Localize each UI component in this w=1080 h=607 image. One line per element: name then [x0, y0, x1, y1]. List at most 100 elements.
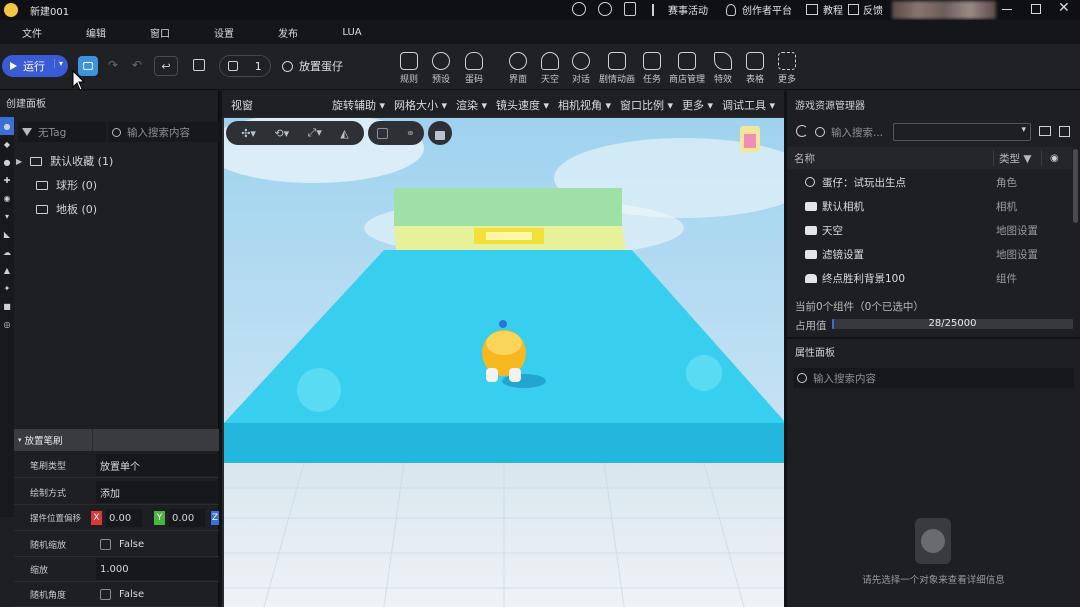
tool-more[interactable]: 更多 — [771, 52, 803, 85]
menu-settings[interactable]: 设置 — [192, 25, 256, 40]
resource-row[interactable]: 默认相机 相机 — [787, 194, 1080, 218]
tool-effect[interactable]: 特效 — [707, 52, 739, 85]
tab-characters[interactable]: ● — [0, 153, 14, 171]
left-divider[interactable] — [219, 91, 222, 607]
menu-lua[interactable]: LUA — [320, 27, 384, 38]
offset-x-input[interactable]: 0.00 — [106, 509, 142, 527]
menu-window-ratio[interactable]: 窗口比例 ▾ — [620, 97, 673, 113]
group-icon[interactable] — [376, 127, 388, 139]
brush-section-header[interactable]: ▾ 放置笔刷 — [14, 429, 219, 451]
tab-markers[interactable]: ◎ — [0, 315, 14, 333]
select-toggle[interactable] — [190, 56, 208, 74]
tab-shapes[interactable]: ◆ — [0, 135, 14, 153]
scene-canvas[interactable]: ✣▾ ⟲▾ ⤢▾ ◭ ⚭ — [224, 118, 784, 607]
move-icon[interactable]: ✣▾ — [241, 127, 256, 140]
refresh-icon[interactable] — [796, 125, 808, 137]
lock-button[interactable] — [428, 121, 452, 145]
tab-sky[interactable]: ☁ — [0, 243, 14, 261]
tool-shop[interactable]: 商店管理 — [669, 52, 705, 85]
tool-table[interactable]: 表格 — [739, 52, 771, 85]
tree-item-favorites-label: 默认收藏 (1) — [50, 155, 114, 168]
random-scale-field[interactable]: False — [96, 533, 219, 555]
history-button[interactable]: ↩ — [154, 56, 178, 76]
creator-platform-link[interactable]: 创作者平台 — [726, 2, 792, 17]
tools-icon[interactable] — [572, 2, 586, 16]
random-angle-checkbox[interactable] — [100, 588, 111, 600]
menu-window[interactable]: 窗口 — [128, 25, 192, 40]
scale-icon[interactable]: ⤢▾ — [308, 126, 322, 140]
menu-grid-size[interactable]: 网格大小 ▾ — [394, 97, 447, 113]
resource-search-input[interactable]: 输入搜索... — [815, 122, 891, 142]
menu-edit[interactable]: 编辑 — [64, 25, 128, 40]
col-name-header[interactable]: 名称 — [794, 151, 815, 166]
eye-icon[interactable]: ◉ — [1050, 153, 1059, 164]
menu-render[interactable]: 渲染 ▾ — [456, 97, 487, 113]
offset-y-input[interactable]: 0.00 — [169, 509, 205, 527]
resource-row[interactable]: 滤镜设置 地图设置 — [787, 242, 1080, 266]
menu-more[interactable]: 更多 ▾ — [682, 97, 713, 113]
tab-props[interactable]: ▾ — [0, 207, 14, 225]
brush-type-value[interactable]: 放置单个 — [96, 454, 219, 476]
expand-arrow-icon[interactable]: ▶ — [16, 157, 22, 166]
close-icon[interactable]: ✕ — [1058, 0, 1070, 16]
tab-decor[interactable]: ◣ — [0, 225, 14, 243]
menu-publish[interactable]: 发布 — [256, 25, 320, 40]
x-axis-badge: X — [91, 511, 102, 525]
resource-row[interactable]: 终点胜利背景100 组件 — [787, 266, 1080, 290]
tool-preset[interactable]: 预设 — [425, 52, 457, 85]
draw-mode-row: 绘制方式 添加 — [14, 480, 219, 505]
tab-favorites[interactable]: ● — [0, 117, 14, 135]
feedback-link[interactable]: 反馈 — [848, 2, 883, 17]
tree-item-favorites[interactable]: ▶ 默认收藏 (1) — [16, 149, 113, 173]
user-avatar[interactable] — [892, 1, 996, 19]
resource-row[interactable]: 天空 地图设置 — [787, 218, 1080, 242]
random-scale-checkbox[interactable] — [100, 538, 111, 550]
scale-input[interactable]: 1.000 — [96, 558, 219, 580]
settings-icon[interactable] — [598, 2, 612, 16]
run-dropdown-icon[interactable]: ▾ — [53, 59, 63, 68]
tree-item-floor[interactable]: 地板 (0) — [36, 197, 97, 221]
tab-mechanisms[interactable]: ✚ — [0, 171, 14, 189]
tab-scene[interactable]: ◉ — [0, 189, 14, 207]
rotate-icon[interactable]: ⟲▾ — [274, 127, 289, 140]
col-type-header[interactable]: 类型 ▼ — [999, 151, 1031, 166]
draw-mode-value[interactable]: 添加 — [96, 481, 219, 503]
tree-item-sphere[interactable]: 球形 (0) — [36, 173, 97, 197]
tag-filter[interactable]: 无Tag — [18, 122, 106, 142]
tool-story-animation[interactable]: 剧情动画 — [599, 52, 635, 85]
layer-value: 1 — [254, 59, 262, 73]
undo-icon[interactable]: ↶ — [132, 58, 142, 72]
menu-rotation-assist[interactable]: 旋转辅助 ▾ — [332, 97, 385, 113]
tab-effects[interactable]: ✦ — [0, 279, 14, 297]
tool-sky[interactable]: 天空 — [534, 52, 566, 85]
restore-icon[interactable] — [1031, 4, 1041, 14]
resource-row[interactable]: 蛋仔：试玩出生点 角色 — [787, 170, 1080, 194]
tool-egg-code[interactable]: 蛋码 — [458, 52, 490, 85]
tool-rules[interactable]: 规则 — [393, 52, 425, 85]
random-angle-field[interactable]: False — [96, 583, 219, 605]
menu-debug-tools[interactable]: 调试工具 ▾ — [722, 97, 775, 113]
tool-ui[interactable]: 界面 — [502, 52, 534, 85]
new-folder-icon[interactable] — [1039, 126, 1051, 136]
place-egg-button[interactable]: 放置蛋仔 — [282, 55, 343, 77]
resource-filter-select[interactable]: ▾ — [893, 123, 1031, 141]
mirror-icon[interactable]: ◭ — [340, 127, 348, 140]
redo-icon[interactable]: ↷ — [108, 58, 118, 72]
tab-terrain[interactable]: ▲ — [0, 261, 14, 279]
notes-icon[interactable] — [624, 2, 636, 16]
menu-file[interactable]: 文件 — [0, 25, 64, 40]
run-button[interactable]: 运行 ▾ — [2, 55, 68, 77]
menu-camera-view[interactable]: 相机视角 ▾ — [558, 97, 611, 113]
add-file-icon[interactable] — [1059, 126, 1070, 137]
event-link[interactable]: 赛事活动 — [652, 2, 708, 17]
tool-task[interactable]: 任务 — [636, 52, 668, 85]
property-search-input[interactable]: 输入搜索内容 — [793, 368, 1074, 388]
link-icon[interactable]: ⚭ — [406, 127, 415, 140]
menu-camera-speed[interactable]: 镜头速度 ▾ — [496, 97, 549, 113]
create-search-input[interactable]: 输入搜索内容 — [108, 122, 219, 142]
tab-cubes[interactable]: ■ — [0, 297, 14, 315]
layer-control[interactable]: 1 — [219, 55, 271, 77]
tool-dialog[interactable]: 对话 — [565, 52, 597, 85]
minimize-icon[interactable] — [1002, 9, 1012, 10]
tutorial-link[interactable]: 教程 — [806, 2, 843, 17]
